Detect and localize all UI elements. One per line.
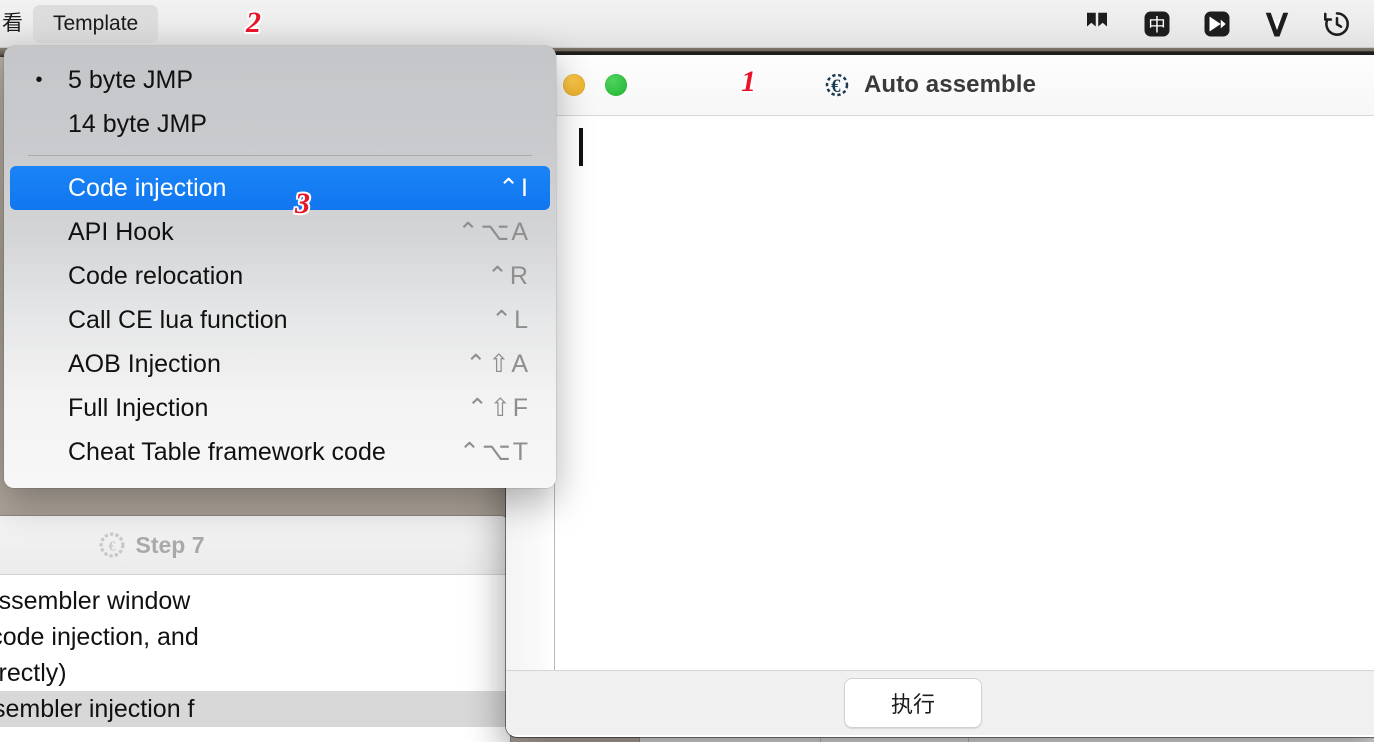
step7-body: d open the auto assembler window mplate … (0, 575, 510, 727)
menu-item-full-injection[interactable]: Full Injection ⌃⇧F (10, 386, 550, 430)
checkmark-bullet-icon: • (35, 69, 43, 91)
menu-item-label: 14 byte JMP (68, 109, 207, 138)
execute-button[interactable]: 执行 (844, 678, 983, 728)
step7-title: Step 7 (135, 531, 205, 558)
menu-item-shortcut: ⌃I (498, 174, 530, 202)
cheat-engine-logo-icon: € (99, 532, 125, 558)
svg-text:€: € (831, 76, 841, 97)
svg-text:中: 中 (1148, 14, 1166, 34)
annotation-2: 2 (246, 6, 261, 39)
auto-assemble-titlebar[interactable]: € Auto assemble (506, 55, 1374, 116)
menu-item-shortcut: ⌃⇧A (465, 350, 530, 378)
menubar-left[interactable]: 看 Template (0, 0, 159, 47)
menu-item-label: 5 byte JMP (68, 65, 194, 94)
auto-assemble-body (506, 116, 1374, 670)
menu-item-14-byte-jmp[interactable]: 14 byte JMP (10, 102, 550, 146)
screen: € Step 7 d open the auto assembler windo… (0, 0, 1374, 742)
annotation-1: 1 (741, 65, 756, 98)
step7-text-line: d open the auto assembler window (0, 587, 191, 615)
menu-item-shortcut: ⌃R (486, 262, 530, 290)
menu-item-label: Code relocation (68, 261, 244, 290)
window-controls[interactable] (563, 74, 627, 96)
annotation-3: 3 (295, 187, 310, 220)
menu-item-label: Full Injection (68, 393, 209, 422)
menu-item-label: AOB Injection (68, 349, 221, 378)
menu-item-shortcut: ⌃⇧F (466, 394, 530, 422)
chinese-input-icon[interactable]: 中 (1140, 7, 1174, 41)
template-dropdown-menu[interactable]: • 5 byte JMP 14 byte JMP Code injection … (4, 46, 556, 488)
menu-item-shortcut: ⌃⌥T (458, 438, 530, 466)
menubar-item-template[interactable]: Template (33, 4, 159, 43)
step7-window[interactable]: € Step 7 d open the auto assembler windo… (0, 516, 510, 742)
menu-item-call-ce-lua-function[interactable]: Call CE lua function ⌃L (10, 298, 550, 342)
menubar[interactable]: 看 Template 中 (0, 0, 1374, 48)
menu-separator (28, 155, 532, 156)
menu-item-code-injection[interactable]: Code injection ⌃I (10, 166, 550, 210)
menu-item-cheat-table-framework-code[interactable]: Cheat Table framework code ⌃⌥T (10, 430, 550, 474)
menu-item-5-byte-jmp[interactable]: • 5 byte JMP (10, 58, 550, 102)
auto-assemble-window[interactable]: € Auto assemble 执行 (506, 52, 1374, 737)
w-logo-icon[interactable] (1260, 7, 1294, 41)
menu-item-label: Code injection (68, 173, 227, 202)
menu-item-shortcut: ⌃⌥A (457, 218, 530, 246)
zoom-button[interactable] (605, 74, 627, 96)
step7-titlebar: € Step 7 (0, 516, 510, 575)
auto-assemble-title-group: € Auto assemble (506, 55, 1374, 115)
auto-assemble-footer: 执行 (506, 670, 1374, 735)
menubar-item-view[interactable]: 看 (0, 13, 29, 34)
step7-text-line: lready filled in correctly) (0, 659, 67, 687)
bookmark-split-icon[interactable] (1080, 7, 1114, 41)
time-machine-icon[interactable] (1320, 7, 1354, 41)
step7-text-line-highlighted: e a basic auto assembler injection f (0, 691, 510, 727)
media-play-icon[interactable] (1200, 7, 1234, 41)
cheat-engine-logo-icon: € (822, 70, 852, 100)
menu-item-api-hook[interactable]: API Hook ⌃⌥A (10, 210, 550, 254)
menu-item-code-relocation[interactable]: Code relocation ⌃R (10, 254, 550, 298)
auto-assemble-title: Auto assemble (864, 71, 1037, 98)
minimize-button[interactable] (563, 74, 585, 96)
menu-item-aob-injection[interactable]: AOB Injection ⌃⇧A (10, 342, 550, 386)
menu-item-shortcut: ⌃L (491, 306, 530, 334)
menubar-status-icons[interactable]: 中 (1080, 0, 1368, 47)
auto-assemble-editor[interactable] (555, 116, 1374, 670)
menu-item-label: API Hook (68, 217, 174, 246)
menu-item-label: Cheat Table framework code (68, 437, 386, 466)
svg-text:€: € (109, 538, 116, 554)
text-caret (579, 128, 583, 166)
menu-item-label: Call CE lua function (68, 305, 288, 334)
step7-text-line: mplate and then code injection, and (0, 623, 199, 651)
